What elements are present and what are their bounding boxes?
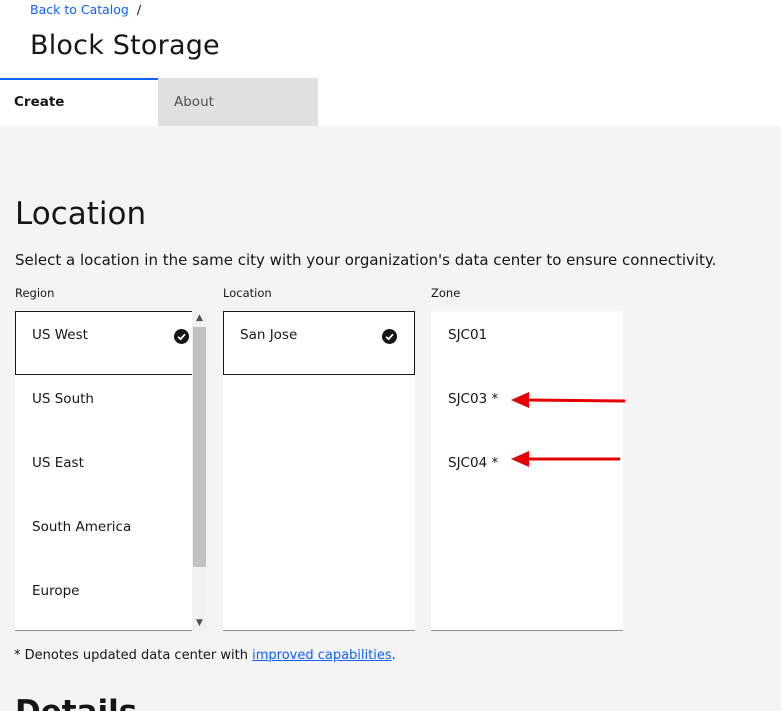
annotation-arrow-sjc03	[511, 392, 626, 408]
annotation-arrows	[511, 392, 626, 467]
annotation-arrow-sjc04	[511, 451, 620, 467]
